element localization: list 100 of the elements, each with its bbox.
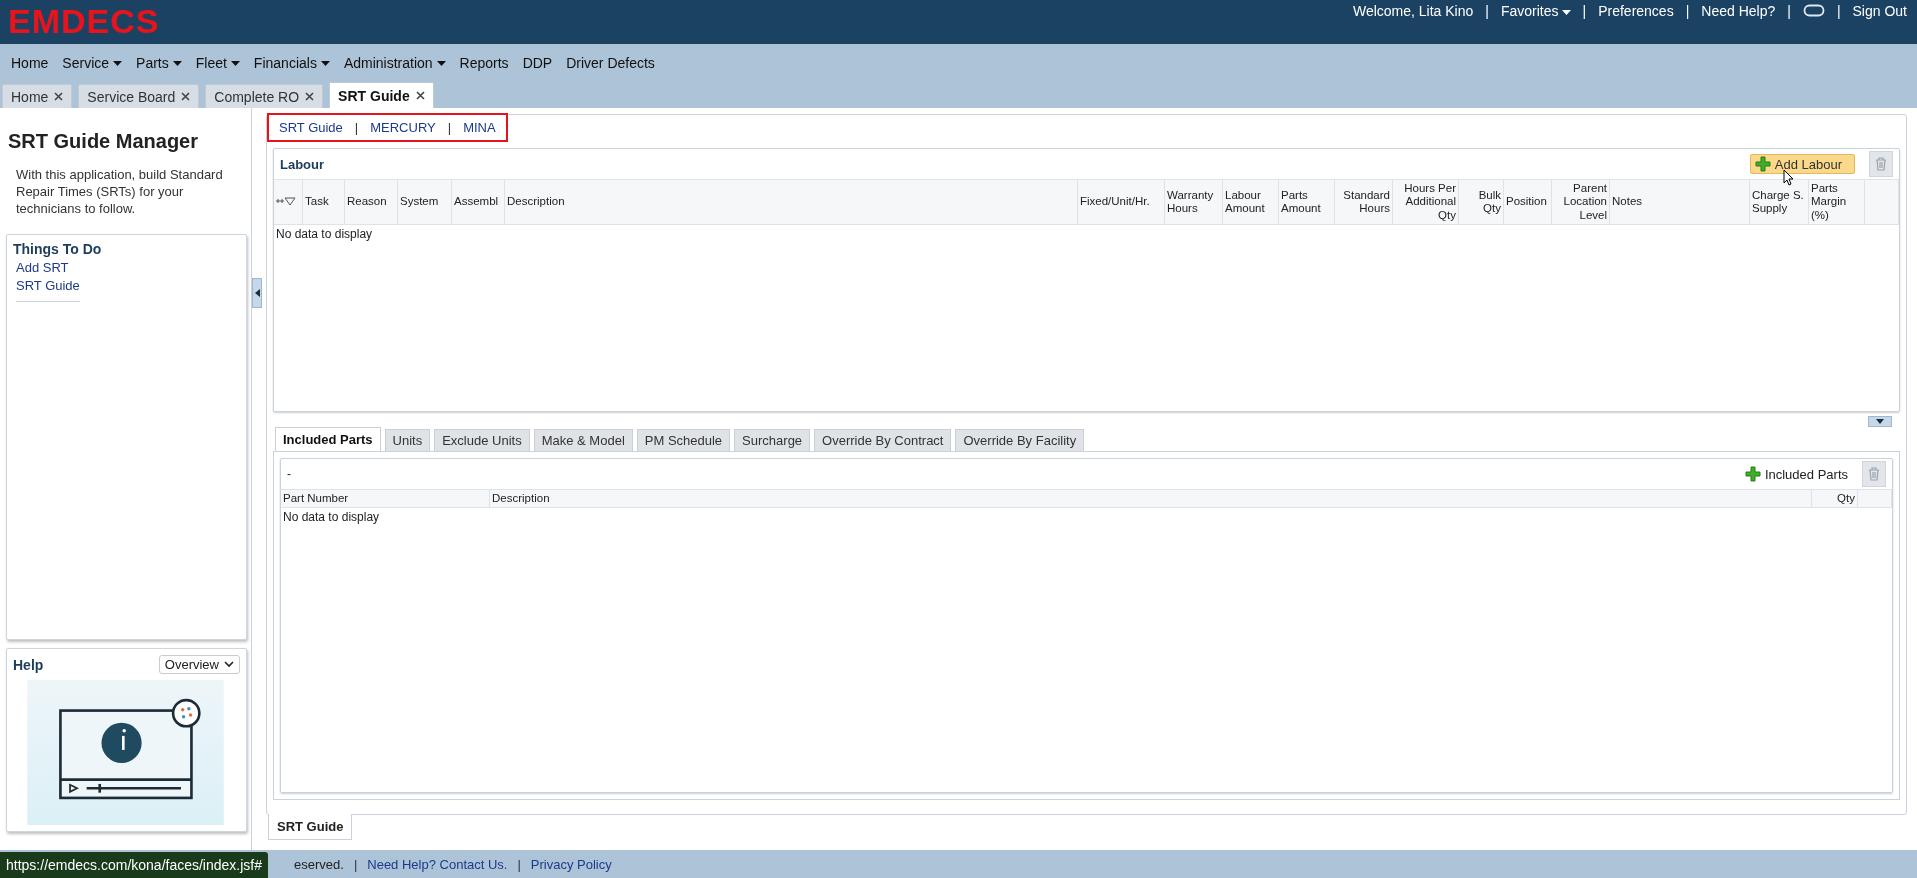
separator: | (1485, 3, 1489, 19)
column-header[interactable]: Position (1506, 195, 1547, 209)
section-tab[interactable]: Make & Model (533, 429, 633, 451)
task-link[interactable]: Add SRT (16, 259, 240, 275)
caret-icon (113, 60, 123, 66)
column-header[interactable]: Task (305, 195, 329, 209)
description-text: With this application, build Standard Repair Times (SRTs) for your technicians to follow. (16, 167, 224, 218)
separator: | (1787, 3, 1791, 19)
panel-title: Help (13, 656, 44, 673)
footer-link[interactable]: Privacy Policy (530, 856, 612, 872)
section-title: - (287, 467, 291, 481)
separator: | (1582, 3, 1587, 19)
footer-link[interactable]: Need Help? Contact Us. (367, 856, 508, 872)
column-header[interactable]: Warranty Hours (1167, 188, 1220, 216)
header-link[interactable]: Sign Out (1852, 3, 1907, 19)
menu-item[interactable]: Home (4, 55, 56, 71)
document-tab[interactable]: Home (2, 84, 73, 108)
menu-item[interactable]: Financials (246, 55, 337, 71)
column-header[interactable]: Qty (1837, 491, 1855, 506)
close-icon[interactable] (54, 92, 64, 101)
close-icon[interactable] (415, 91, 425, 100)
trash-icon (1868, 467, 1880, 481)
document-tab[interactable]: Service Board (78, 84, 200, 108)
menu-item[interactable]: Administration (336, 55, 453, 71)
breadcrumb-link[interactable]: MINA (463, 120, 496, 135)
plus-icon (1754, 156, 1771, 172)
section-tab[interactable]: Exclude Units (434, 429, 530, 451)
column-header[interactable]: Reason (347, 195, 387, 209)
panel-title: Things To Do (13, 240, 103, 257)
favorites-menu[interactable]: Favorites (1500, 3, 1571, 19)
menu-item[interactable]: DDP (515, 55, 560, 71)
chevron-icon (224, 661, 234, 668)
triangle-down-icon (1876, 419, 1884, 424)
tab-label: Complete RO (214, 88, 300, 105)
section-tab[interactable]: Surcharge (734, 429, 811, 451)
caret-icon (1561, 9, 1571, 15)
column-header[interactable]: Description (492, 491, 550, 506)
help-topic-select[interactable]: Overview (158, 655, 240, 674)
menu-item[interactable]: Service (55, 55, 130, 71)
copyright-text: eserved. (294, 856, 344, 872)
separator: | (447, 120, 452, 135)
menu-item[interactable]: Driver Defects (559, 55, 662, 71)
page-title: SRT Guide Manager (8, 130, 200, 153)
document-tab[interactable]: Complete RO (205, 84, 324, 108)
column-header[interactable]: Parent Location Level (1554, 182, 1607, 222)
plus-icon (1744, 466, 1761, 482)
separator: | (353, 856, 358, 872)
section-tab[interactable]: PM Schedule (636, 429, 731, 451)
task-link[interactable]: SRT Guide (16, 277, 240, 293)
separator: | (517, 856, 521, 872)
add-included-parts-button[interactable]: Included Parts (1744, 466, 1848, 482)
empty-message: No data to display (283, 510, 380, 524)
column-header[interactable]: System (400, 195, 439, 209)
collapse-handle[interactable] (252, 278, 262, 308)
breadcrumb-link[interactable]: SRT Guide (279, 120, 343, 135)
column-header[interactable]: Bulk Qty (1461, 188, 1501, 216)
tab-label: Home (11, 88, 49, 105)
close-icon[interactable] (305, 92, 315, 101)
menu-item[interactable]: Reports (452, 55, 516, 71)
status-url-tooltip: https://emdecs.com/kona/faces/index.jsf# (0, 852, 268, 878)
separator: | (1685, 3, 1690, 19)
welcome-text: Welcome, Lita Kino (1352, 3, 1474, 19)
breadcrumb-link[interactable]: MERCURY (370, 120, 436, 135)
caret-icon (230, 60, 240, 66)
document-tab[interactable]: SRT Guide (329, 82, 434, 108)
column-header[interactable]: Fixed/Unit/Hr. (1080, 195, 1150, 209)
expand-button[interactable] (1868, 416, 1892, 427)
menu-item[interactable]: Fleet (188, 55, 247, 71)
separator: | (1836, 3, 1841, 19)
column-header[interactable]: Standard Hours (1337, 188, 1390, 216)
separator: | (354, 120, 359, 135)
section-tab[interactable]: Units (384, 429, 431, 451)
header-link[interactable]: Preferences (1598, 3, 1674, 19)
column-header[interactable]: Hours Per Additional Qty (1395, 182, 1456, 222)
trash-icon (1875, 157, 1887, 171)
caret-icon (172, 60, 182, 66)
column-header[interactable]: Description (507, 195, 565, 209)
empty-message: No data to display (276, 227, 373, 241)
column-header[interactable]: Labour Amount (1225, 188, 1276, 216)
triangle-left-icon (254, 289, 260, 297)
menu-item[interactable]: Parts (129, 55, 189, 71)
section-tab[interactable]: Override By Contract (814, 429, 952, 451)
section-tab[interactable]: Override By Facility (955, 429, 1085, 451)
chat-icon[interactable] (1802, 4, 1825, 18)
tab-label: SRT Guide (338, 87, 410, 104)
column-header[interactable]: Part Number (283, 491, 349, 506)
close-icon[interactable] (181, 92, 191, 101)
bottom-tab[interactable]: SRT Guide (268, 814, 353, 840)
column-header[interactable]: Assembl (454, 195, 499, 209)
header-link[interactable]: Need Help? (1701, 3, 1776, 19)
column-header[interactable]: Parts Margin (%) (1811, 182, 1862, 222)
tab-label: Service Board (87, 88, 176, 105)
column-header[interactable]: Charge S. Supply (1752, 188, 1806, 216)
section-title: Labour (280, 156, 325, 172)
sort-icon[interactable] (276, 197, 296, 207)
caret-icon (320, 60, 330, 66)
caret-icon (436, 60, 446, 66)
column-header[interactable]: Notes (1612, 195, 1643, 209)
section-tab[interactable]: Included Parts (275, 427, 381, 451)
column-header[interactable]: Parts Amount (1281, 188, 1332, 216)
